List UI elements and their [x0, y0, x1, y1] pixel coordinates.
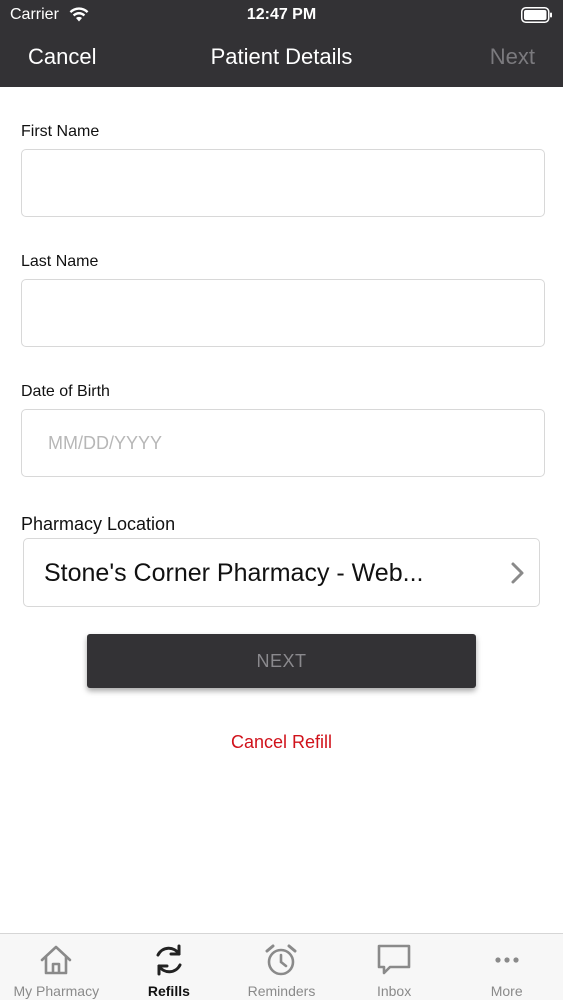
tab-my-pharmacy-label: My Pharmacy — [13, 983, 100, 999]
refresh-icon — [156, 944, 182, 976]
date-of-birth-field[interactable] — [21, 409, 545, 477]
tab-inbox-label: Inbox — [376, 983, 412, 999]
home-icon — [40, 945, 72, 975]
header-bar: Carrier 12:47 PM Cancel Patient Details … — [0, 0, 563, 87]
tab-more[interactable]: More — [450, 934, 563, 1000]
last-name-input[interactable] — [22, 280, 544, 346]
tab-refills-label: Refills — [147, 983, 190, 999]
tab-inbox[interactable]: Inbox — [338, 934, 451, 1000]
first-name-label: First Name — [21, 123, 100, 140]
battery-icon — [521, 7, 552, 23]
chevron-right-icon — [511, 562, 524, 584]
next-nav-button[interactable]: Next — [490, 44, 535, 70]
tab-my-pharmacy[interactable]: My Pharmacy — [0, 934, 113, 1000]
tab-reminders[interactable]: Reminders — [225, 934, 338, 1000]
tab-reminders-label: Reminders — [247, 983, 316, 999]
status-bar: Carrier 12:47 PM — [0, 0, 563, 30]
last-name-field[interactable] — [21, 279, 545, 347]
pharmacy-location-selector[interactable]: Stone's Corner Pharmacy - Web... — [23, 538, 540, 607]
tab-more-label: More — [490, 983, 523, 999]
chat-bubble-icon — [377, 944, 411, 975]
pharmacy-location-label: Pharmacy Location — [21, 514, 176, 534]
first-name-input[interactable] — [22, 150, 544, 216]
tab-refills[interactable]: Refills — [113, 934, 226, 1000]
clock-time: 12:47 PM — [246, 6, 317, 23]
pharmacy-location-value: Stone's Corner Pharmacy - Web... — [44, 559, 424, 587]
tab-bar: My Pharmacy Refills Reminders Inbox More — [0, 933, 563, 1000]
cancel-refill-link[interactable]: Cancel Refill — [0, 732, 563, 753]
navigation-bar: Cancel Patient Details Next — [0, 30, 563, 87]
alarm-clock-icon — [265, 944, 297, 976]
page-title: Patient Details — [210, 44, 353, 69]
date-of-birth-input[interactable] — [22, 410, 544, 476]
more-dots-icon — [495, 957, 519, 963]
first-name-field[interactable] — [21, 149, 545, 217]
date-of-birth-label: Date of Birth — [21, 383, 110, 400]
next-button[interactable]: NEXT — [87, 634, 476, 688]
last-name-label: Last Name — [21, 253, 99, 270]
